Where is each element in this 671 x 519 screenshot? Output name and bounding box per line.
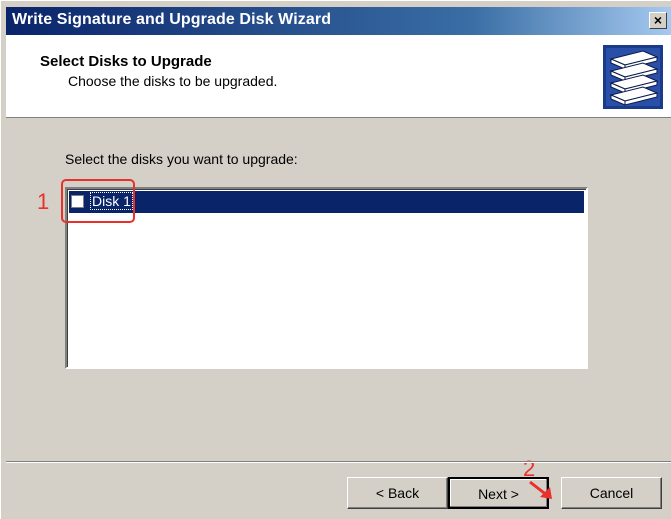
instruction-text: Select the disks you want to upgrade: xyxy=(65,151,298,167)
page-title: Select Disks to Upgrade xyxy=(40,53,212,70)
list-item-disk-1[interactable]: Disk 1 xyxy=(69,191,584,213)
wizard-window: Write Signature and Upgrade Disk Wizard … xyxy=(0,0,671,519)
close-icon: × xyxy=(653,12,663,28)
window-title: Write Signature and Upgrade Disk Wizard xyxy=(12,11,332,28)
close-button[interactable]: × xyxy=(649,12,667,29)
button-separator xyxy=(6,461,671,463)
disk-list[interactable]: Disk 1 xyxy=(65,187,588,369)
page-subtitle: Choose the disks to be upgraded. xyxy=(68,73,278,89)
annotation-arrow-icon xyxy=(529,480,552,499)
back-button[interactable]: < Back xyxy=(347,477,448,509)
wizard-header: Select Disks to Upgrade Choose the disks… xyxy=(6,35,671,118)
title-bar[interactable]: Write Signature and Upgrade Disk Wizard … xyxy=(6,7,671,35)
disk-stack-icon xyxy=(603,45,663,109)
annotation-highlight-box xyxy=(61,179,135,223)
annotation-step-1: 1 xyxy=(37,189,50,214)
cancel-button[interactable]: Cancel xyxy=(561,477,662,509)
